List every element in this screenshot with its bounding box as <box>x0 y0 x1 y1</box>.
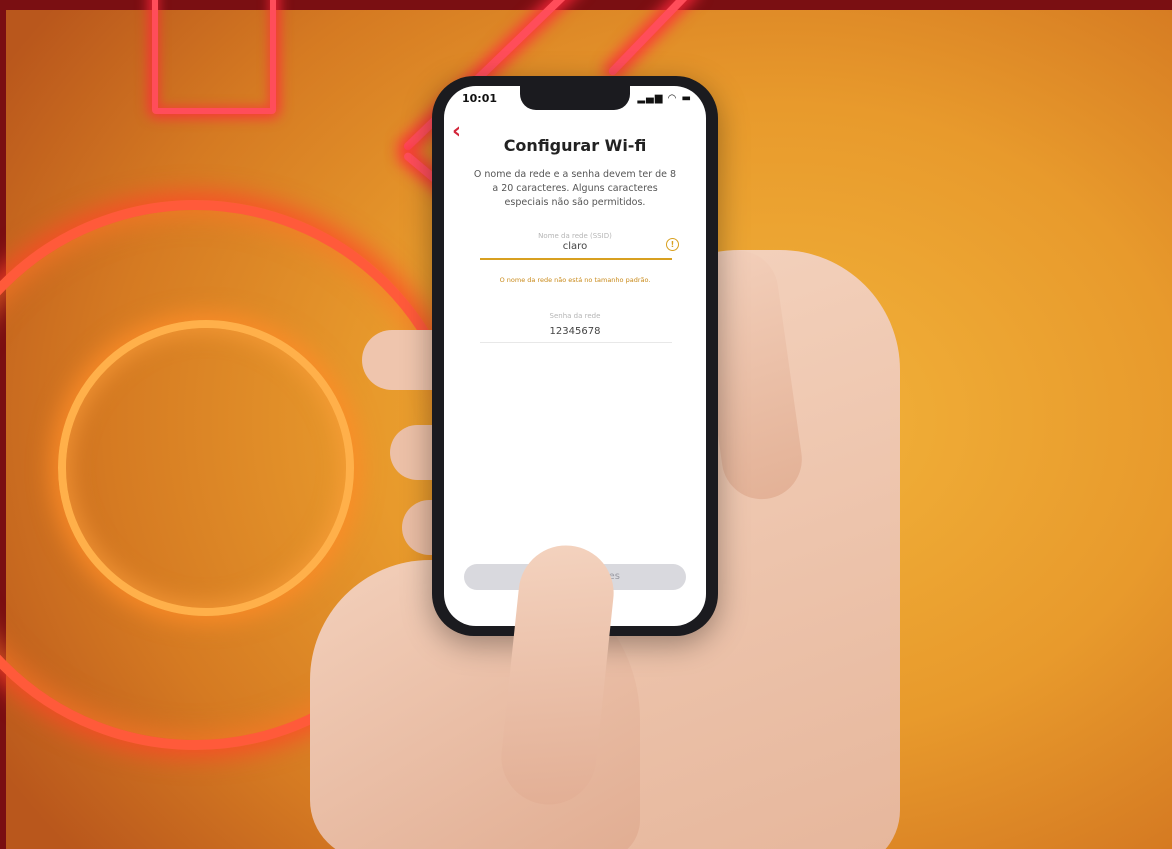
network-name-label: Nome da rede (SSID) <box>538 232 612 240</box>
wifi-icon: ◠ <box>667 93 678 104</box>
network-name-error: O nome da rede não está no tamanho padrã… <box>499 276 651 284</box>
network-password-label: Senha da rede <box>549 312 601 320</box>
network-name-underline <box>480 258 672 260</box>
neon-ring-inner <box>58 320 354 616</box>
background-scene: 10:01 ▂▄▆ ◠ ▬ ‹ Configurar Wi-fi O nome … <box>0 0 1172 849</box>
neon-line-3 <box>607 0 697 77</box>
status-icons: ▂▄▆ ◠ ▬ <box>637 93 692 104</box>
phone-screen: 10:01 ▂▄▆ ◠ ▬ ‹ Configurar Wi-fi O nome … <box>444 86 706 626</box>
battery-icon: ▬ <box>681 93 692 104</box>
neon-square-top <box>152 0 276 114</box>
page-title: Configurar Wi-fi <box>503 136 647 155</box>
network-password-underline <box>480 342 672 343</box>
warning-circle-icon: ! <box>666 238 679 251</box>
phone-notch <box>520 86 630 110</box>
signal-bars-icon: ▂▄▆ <box>637 93 664 104</box>
network-password-input[interactable]: 12345678 <box>444 326 706 337</box>
description-text: O nome da rede e a senha devem ter de 8 … <box>473 169 677 208</box>
status-time: 10:01 <box>462 92 498 105</box>
